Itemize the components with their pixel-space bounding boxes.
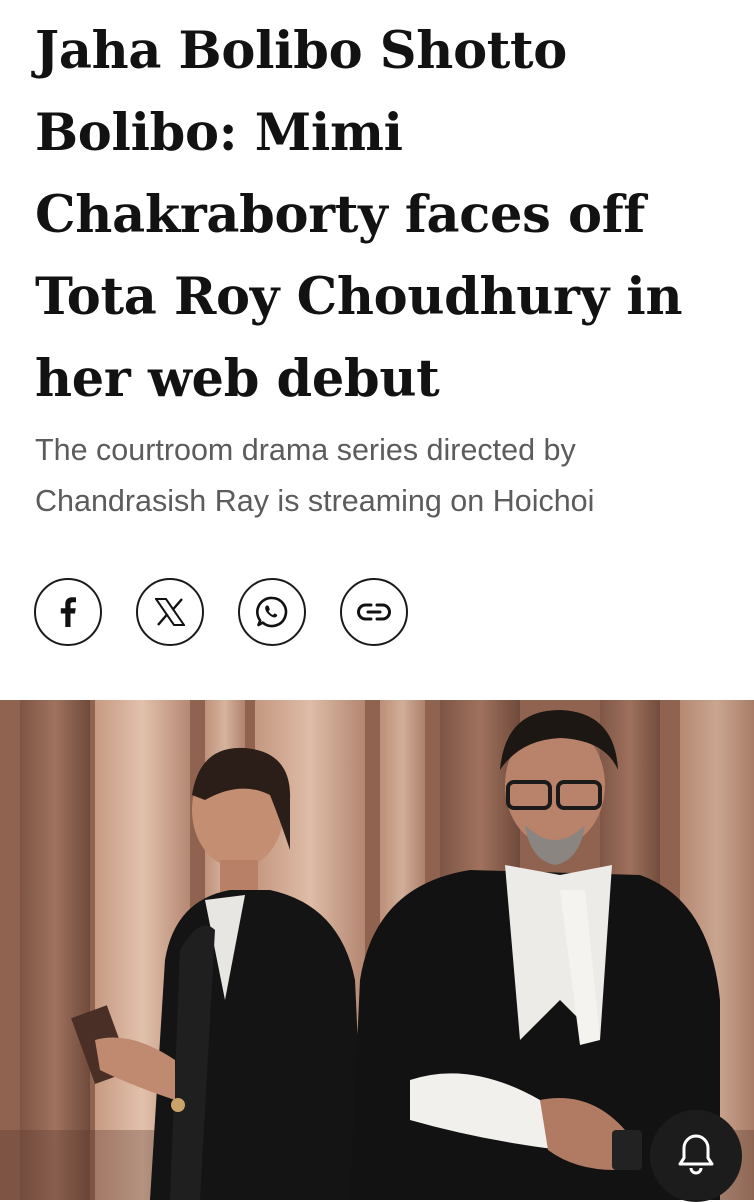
bell-icon bbox=[676, 1132, 716, 1181]
article-headline: Jaha Bolibo Shotto Bolibo: Mimi Chakrabo… bbox=[35, 21, 683, 409]
article-subheadline: The courtroom drama series directed by C… bbox=[35, 433, 595, 518]
copy-link-button[interactable] bbox=[340, 578, 408, 646]
whatsapp-icon bbox=[255, 595, 289, 629]
hero-image bbox=[0, 700, 754, 1200]
share-facebook-button[interactable] bbox=[34, 578, 102, 646]
x-icon bbox=[155, 598, 185, 626]
share-bar bbox=[34, 578, 408, 650]
facebook-icon bbox=[60, 597, 76, 627]
notification-button[interactable] bbox=[650, 1110, 742, 1202]
share-whatsapp-button[interactable] bbox=[238, 578, 306, 646]
link-icon bbox=[357, 602, 391, 622]
hero-illustration bbox=[0, 700, 754, 1200]
share-x-button[interactable] bbox=[136, 578, 204, 646]
